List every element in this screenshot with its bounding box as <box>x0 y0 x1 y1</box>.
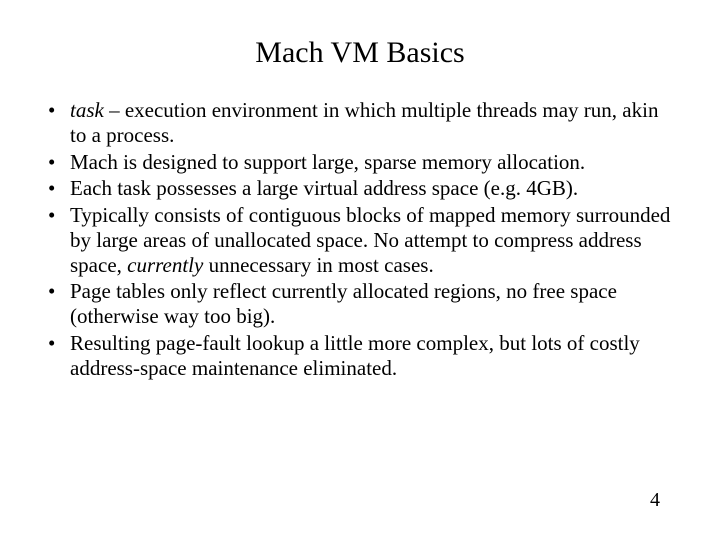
bullet-text: Mach is designed to support large, spars… <box>70 150 585 174</box>
term-currently: currently <box>127 253 203 277</box>
bullet-item: Each task possesses a large virtual addr… <box>40 176 680 201</box>
bullet-item: Page tables only reflect currently alloc… <box>40 279 680 329</box>
bullet-text: Resulting page-fault lookup a little mor… <box>70 331 640 380</box>
bullet-item: Typically consists of contiguous blocks … <box>40 203 680 277</box>
page-number: 4 <box>650 489 660 512</box>
bullet-text: unnecessary in most cases. <box>203 253 433 277</box>
term-task: task <box>70 98 104 122</box>
bullet-item: Mach is designed to support large, spars… <box>40 150 680 175</box>
slide: Mach VM Basics task – execution environm… <box>0 0 720 540</box>
bullet-text: Page tables only reflect currently alloc… <box>70 279 617 328</box>
bullet-list: task – execution environment in which mu… <box>40 98 680 380</box>
bullet-item: Resulting page-fault lookup a little mor… <box>40 331 680 381</box>
bullet-text: – execution environment in which multipl… <box>70 98 658 147</box>
bullet-item: task – execution environment in which mu… <box>40 98 680 148</box>
slide-title: Mach VM Basics <box>40 36 680 70</box>
bullet-text: Each task possesses a large virtual addr… <box>70 176 578 200</box>
